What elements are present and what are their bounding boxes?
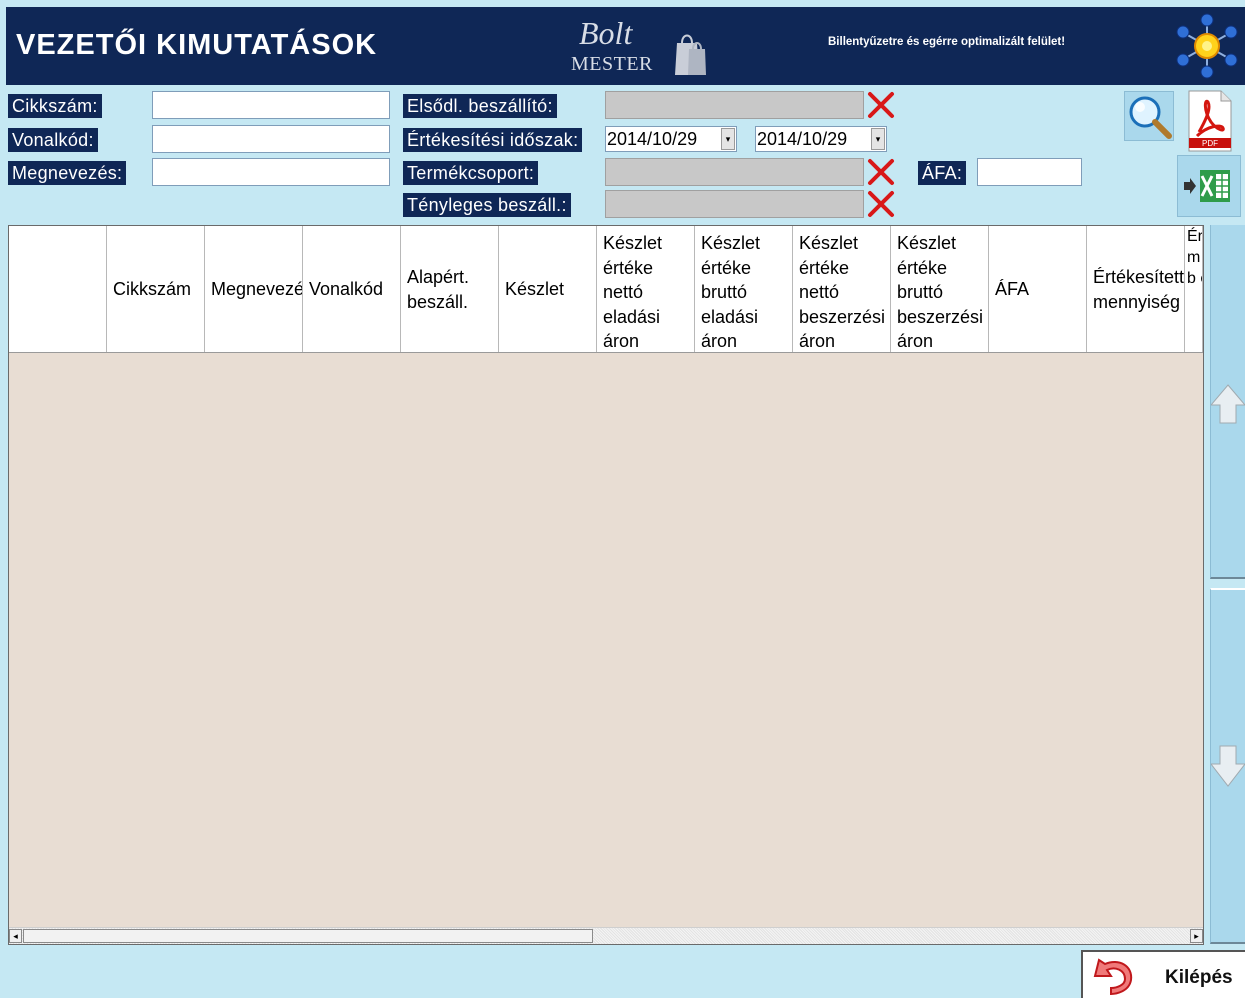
table-header: Cikkszám Megnevezés Vonalkód Alapért. be… <box>9 226 1203 353</box>
scroll-right-icon[interactable]: ▸ <box>1190 929 1203 943</box>
column-header-megnevezes[interactable]: Megnevezés <box>205 226 303 352</box>
pdf-export-button[interactable]: PDF <box>1177 88 1241 154</box>
megnevezes-input[interactable] <box>152 158 390 186</box>
shopping-bag-icon <box>675 34 706 75</box>
cikkszam-input[interactable] <box>152 91 390 119</box>
arrow-up-icon <box>1209 384 1245 424</box>
column-header-keszlet[interactable]: Készlet <box>499 226 597 352</box>
app-header: VEZETŐI KIMUTATÁSOK Bolt MESTER Billenty… <box>6 7 1245 85</box>
exit-button[interactable]: Kilépés <box>1081 950 1245 998</box>
cikkszam-label: Cikkszám: <box>8 94 102 118</box>
column-header-keszlet-netto-eladasi[interactable]: Készlet értéke nettó eladási áron <box>597 226 695 352</box>
column-header-ertek-partial[interactable]: Érték m n b é <box>1185 226 1203 352</box>
gear-network-icon[interactable] <box>1174 13 1240 79</box>
horizontal-scroll-thumb[interactable] <box>23 929 593 943</box>
logo-mester-text: MESTER <box>571 53 653 75</box>
megnevezes-label: Megnevezés: <box>8 161 127 185</box>
date-from-dropdown-icon[interactable]: ▾ <box>721 128 735 150</box>
column-header-keszlet-brutto-eladasi[interactable]: Készlet értéke bruttó eladási áron <box>695 226 793 352</box>
date-from-value: 2014/10/29 <box>607 129 698 149</box>
clear-beszallito-icon[interactable] <box>866 90 896 120</box>
vonalkod-input[interactable] <box>152 125 390 153</box>
column-header-alapert-beszall[interactable]: Alapért. beszáll. <box>401 226 499 352</box>
exit-label: Kilépés <box>1165 967 1233 988</box>
search-button[interactable] <box>1124 91 1174 141</box>
bolt-mester-logo: Bolt MESTER <box>571 15 711 79</box>
date-from-picker[interactable]: 2014/10/29 ▾ <box>605 126 737 152</box>
date-to-value: 2014/10/29 <box>757 129 848 149</box>
ertekesitesi-idoszak-label: Értékesítési időszak: <box>403 128 583 152</box>
date-to-dropdown-icon[interactable]: ▾ <box>871 128 885 150</box>
tenyleges-beszall-label: Tényleges beszáll.: <box>403 193 571 217</box>
afa-label: ÁFA: <box>918 161 967 185</box>
clear-tenyleges-beszall-icon[interactable] <box>866 189 896 219</box>
excel-export-icon <box>1184 170 1230 202</box>
pdf-icon: PDF <box>1188 90 1232 152</box>
search-icon <box>1129 96 1172 139</box>
scroll-down-button[interactable] <box>1209 588 1245 944</box>
termekcsoport-label: Termékcsoport: <box>403 161 539 185</box>
column-header-vonalkod[interactable]: Vonalkód <box>303 226 401 352</box>
arrow-down-icon <box>1209 745 1245 787</box>
tenyleges-beszall-field[interactable] <box>605 190 864 218</box>
termekcsoport-field[interactable] <box>605 158 864 186</box>
column-header-cikkszam[interactable]: Cikkszám <box>107 226 205 352</box>
excel-export-button[interactable] <box>1177 155 1241 217</box>
column-header-keszlet-netto-beszerzesi[interactable]: Készlet értéke nettó beszerzési áron <box>793 226 891 352</box>
horizontal-scrollbar[interactable]: ◂ ▸ <box>9 927 1203 944</box>
clear-termekcsoport-icon[interactable] <box>866 157 896 187</box>
header-tagline: Billentyűzetre és egérre optimalizált fe… <box>828 36 1066 48</box>
afa-input[interactable] <box>977 158 1082 186</box>
scroll-up-button[interactable] <box>1209 225 1245 579</box>
undo-exit-icon <box>1093 958 1133 996</box>
elsodl-beszallito-field[interactable] <box>605 91 864 119</box>
column-header-ertekesitett-mennyiseg[interactable]: Értékesített mennyiség <box>1087 226 1185 352</box>
date-to-picker[interactable]: 2014/10/29 ▾ <box>755 126 887 152</box>
logo-bolt-text: Bolt <box>579 15 633 51</box>
pdf-label: PDF <box>1202 139 1218 148</box>
column-header-afa[interactable]: ÁFA <box>989 226 1087 352</box>
report-table[interactable]: Cikkszám Megnevezés Vonalkód Alapért. be… <box>8 225 1204 945</box>
scroll-left-icon[interactable]: ◂ <box>9 929 22 943</box>
column-header-keszlet-brutto-beszerzesi[interactable]: Készlet értéke bruttó beszerzési áron <box>891 226 989 352</box>
page-title: VEZETŐI KIMUTATÁSOK <box>16 29 378 61</box>
elsodl-beszallito-label: Elsődl. beszállító: <box>403 94 557 118</box>
column-header-select[interactable] <box>9 226 107 352</box>
vonalkod-label: Vonalkód: <box>8 128 98 152</box>
